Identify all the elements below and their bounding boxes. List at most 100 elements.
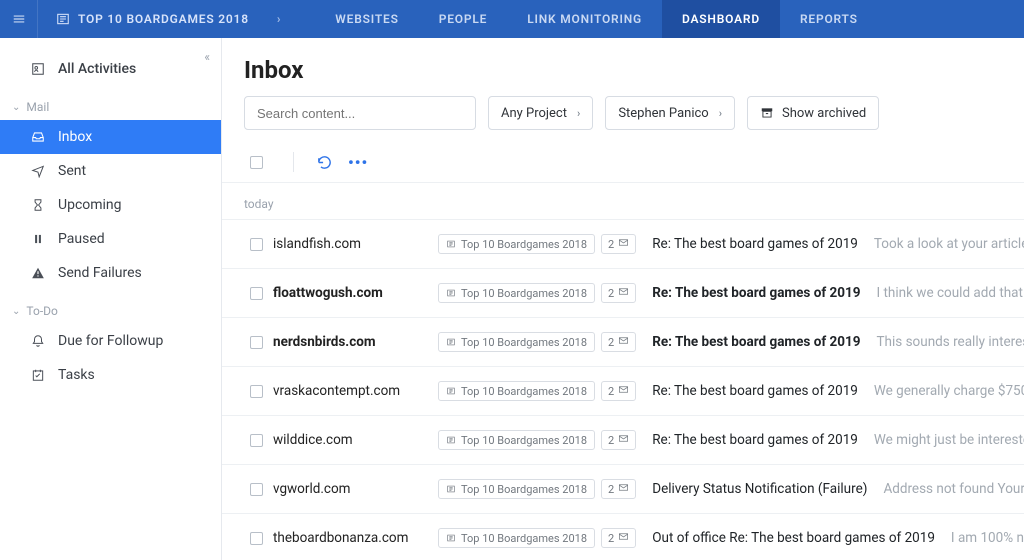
sidebar-item-label: Paused	[58, 231, 105, 247]
envelope-icon	[618, 531, 629, 545]
chevron-down-icon: ⌄	[12, 306, 20, 317]
project-tag[interactable]: Top 10 Boardgames 2018	[438, 528, 595, 548]
sidebar-item-label: Upcoming	[58, 197, 122, 213]
sidebar-item-inbox[interactable]: Inbox	[0, 120, 221, 154]
row-checkbox[interactable]	[250, 532, 263, 545]
sidebar: « All Activities ⌄ Mail Inbox Sent Upcomin…	[0, 38, 222, 560]
show-archived-label: Show archived	[782, 106, 866, 121]
envelope-icon	[618, 286, 629, 300]
project-tag[interactable]: Top 10 Boardgames 2018	[438, 430, 595, 450]
row-tags: Top 10 Boardgames 2018 2	[438, 332, 636, 352]
row-tags: Top 10 Boardgames 2018 2	[438, 234, 636, 254]
message-row[interactable]: vraskacontempt.comTop 10 Boardgames 2018…	[222, 366, 1024, 415]
envelope-icon	[618, 237, 629, 251]
sidebar-item-label: All Activities	[58, 61, 136, 77]
tab-link-monitoring[interactable]: LINK MONITORING	[507, 0, 662, 38]
search-input-wrapper[interactable]	[244, 96, 476, 130]
preview-text: I think we could add that link, what sor…	[877, 285, 1024, 301]
sidebar-section-mail[interactable]: ⌄ Mail	[0, 86, 221, 120]
row-checkbox[interactable]	[250, 238, 263, 251]
message-row[interactable]: nerdsnbirds.comTop 10 Boardgames 20182Re…	[222, 317, 1024, 366]
chevron-right-icon: ›	[719, 107, 722, 120]
project-filter[interactable]: Any Project ›	[488, 96, 593, 130]
list-icon	[446, 484, 456, 494]
message-row[interactable]: theboardbonanza.comTop 10 Boardgames 201…	[222, 513, 1024, 560]
project-name: TOP 10 BOARDGAMES 2018	[78, 12, 249, 26]
row-tags: Top 10 Boardgames 2018 2	[438, 430, 636, 450]
activities-icon	[30, 61, 46, 77]
preview-text: Address not found Your message wasn'	[883, 481, 1024, 497]
row-checkbox[interactable]	[250, 336, 263, 349]
collapse-sidebar-button[interactable]: «	[204, 50, 207, 64]
message-row[interactable]: vgworld.com Top 10 Boardgames 2018 2 Delive…	[222, 464, 1024, 513]
sidebar-item-upcoming[interactable]: Upcoming	[0, 188, 221, 222]
message-row[interactable]: wilddice.comTop 10 Boardgames 20182Re: T…	[222, 415, 1024, 464]
send-failures-icon	[30, 265, 46, 281]
sidebar-item-label: Sent	[58, 163, 86, 179]
row-checkbox[interactable]	[250, 483, 263, 496]
project-tag[interactable]: Top 10 Boardgames 2018	[438, 479, 595, 499]
tab-dashboard[interactable]: DASHBOARD	[662, 0, 780, 38]
row-tags: Top 10 Boardgames 2018 2	[438, 479, 636, 499]
refresh-button[interactable]	[314, 152, 334, 172]
row-checkbox[interactable]	[250, 434, 263, 447]
chevron-right-icon: ›	[577, 107, 580, 120]
row-checkbox[interactable]	[250, 385, 263, 398]
chevron-down-icon: ⌄	[12, 102, 20, 113]
sidebar-item-paused[interactable]: Paused	[0, 222, 221, 256]
project-tag[interactable]: Top 10 Boardgames 2018	[438, 332, 595, 352]
thread-count[interactable]: 2	[601, 528, 636, 548]
project-tag[interactable]: Top 10 Boardgames 2018	[438, 381, 595, 401]
subject: Delivery Status Notification (Failure)	[652, 481, 867, 497]
upcoming-icon	[30, 197, 46, 213]
sidebar-item-sent[interactable]: Sent	[0, 154, 221, 188]
thread-count[interactable]: 2	[601, 381, 636, 401]
envelope-icon	[618, 335, 629, 349]
list-icon	[446, 337, 456, 347]
main-menu-button[interactable]	[0, 0, 38, 38]
topbar: TOP 10 BOARDGAMES 2018 › WEBSITESPEOPLEL…	[0, 0, 1024, 38]
row-checkbox[interactable]	[250, 287, 263, 300]
thread-count[interactable]: 2	[601, 479, 636, 499]
show-archived-toggle[interactable]: Show archived	[747, 96, 879, 130]
tab-people[interactable]: PEOPLE	[419, 0, 508, 38]
project-tag[interactable]: Top 10 Boardgames 2018	[438, 283, 595, 303]
project-tag[interactable]: Top 10 Boardgames 2018	[438, 234, 595, 254]
sender-domain: islandfish.com	[273, 236, 428, 252]
row-tags: Top 10 Boardgames 2018 2	[438, 528, 636, 548]
sidebar-section-label: Mail	[26, 100, 49, 114]
thread-count[interactable]: 2	[601, 332, 636, 352]
filter-bar: Any Project › Stephen Panico › Show arch…	[244, 96, 1002, 130]
divider	[293, 152, 294, 172]
inbox-icon	[30, 129, 46, 145]
tab-websites[interactable]: WEBSITES	[315, 0, 418, 38]
sidebar-item-send-failures[interactable]: Send Failures	[0, 256, 221, 290]
tab-reports[interactable]: REPORTS	[780, 0, 878, 38]
thread-count[interactable]: 2	[601, 430, 636, 450]
sidebar-item-all-activities[interactable]: All Activities	[0, 52, 221, 86]
envelope-icon	[618, 384, 629, 398]
project-list-icon	[56, 12, 70, 26]
list-icon	[446, 288, 456, 298]
project-selector[interactable]: TOP 10 BOARDGAMES 2018 ›	[38, 0, 299, 38]
thread-count[interactable]: 2	[601, 283, 636, 303]
search-input[interactable]	[257, 106, 463, 121]
sidebar-item-tasks[interactable]: Tasks	[0, 358, 221, 392]
sidebar-section-todo[interactable]: ⌄ To-Do	[0, 290, 221, 324]
thread-count[interactable]: 2	[601, 234, 636, 254]
list-icon	[446, 239, 456, 249]
user-filter[interactable]: Stephen Panico ›	[605, 96, 735, 130]
list-icon	[446, 386, 456, 396]
message-list: today islandfish.comTop 10 Boardgames 20…	[222, 183, 1024, 560]
user-filter-label: Stephen Panico	[618, 106, 708, 121]
more-actions-button[interactable]: •••	[348, 153, 368, 172]
select-all-checkbox[interactable]	[250, 156, 263, 169]
sidebar-item-due-followup[interactable]: Due for Followup	[0, 324, 221, 358]
message-row[interactable]: islandfish.comTop 10 Boardgames 20182Re:…	[222, 219, 1024, 268]
sidebar-item-label: Due for Followup	[58, 333, 163, 349]
message-row[interactable]: floattwogush.comTop 10 Boardgames 20182R…	[222, 268, 1024, 317]
main-panel: Inbox Any Project › Stephen Panico › Sho…	[222, 38, 1024, 560]
bulk-action-bar: •••	[222, 142, 1024, 183]
subject: Out of office Re: The best board games o…	[652, 530, 935, 546]
sender-domain: vgworld.com	[273, 481, 428, 497]
